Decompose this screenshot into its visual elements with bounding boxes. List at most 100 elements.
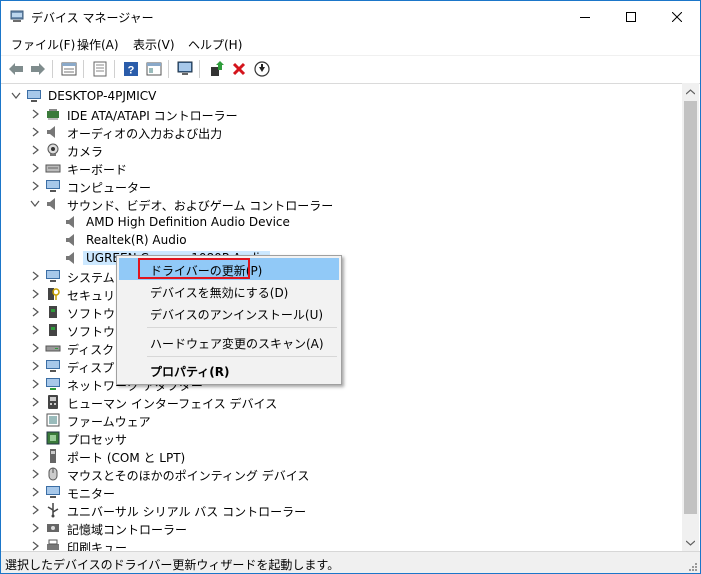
chevron-right-icon[interactable] [29,485,41,499]
scan-hardware-button[interactable] [175,59,195,79]
chevron-up-icon [686,88,695,94]
tree-item[interactable]: ポート (COM と LPT) [1,447,682,465]
update-driver-button[interactable] [206,59,226,79]
menu-action[interactable]: 操作(A) [77,36,119,53]
view-icon [146,62,162,76]
chevron-right-icon[interactable] [29,341,41,355]
chevron-right-icon[interactable] [29,179,41,193]
chevron-right-icon[interactable] [29,161,41,175]
tree-item[interactable]: マウスとそのほかのポインティング デバイス [1,465,682,483]
menu-item-scan-hardware[interactable]: ハードウェア変更のスキャン(A) [119,331,339,353]
minimize-button[interactable] [562,1,608,32]
status-text: 選択したデバイスのドライバー更新ウィザードを起動します。 [5,558,340,572]
menu-separator [147,327,337,328]
keyboard-icon [45,164,61,173]
details-button[interactable] [90,59,110,79]
device-manager-icon [10,10,24,22]
chevron-right-icon[interactable] [29,503,41,517]
menu-item-uninstall-device[interactable]: デバイスのアンインストール(U) [119,302,339,324]
chevron-right-icon[interactable] [29,431,41,445]
uninstall-button[interactable] [229,59,249,79]
back-button[interactable] [6,59,26,79]
resize-grip-icon[interactable] [688,562,698,572]
tree-item[interactable]: モニター [1,483,682,501]
tree-item-label: ユニバーサル シリアル バス コントローラー [67,505,307,519]
scroll-up-button[interactable] [682,83,699,100]
help-icon: ? [124,62,138,77]
tree-child-item[interactable]: Realtek(R) Audio [1,231,682,249]
tree-child-item[interactable]: AMD High Definition Audio Device [1,213,682,231]
menu-view[interactable]: 表示(V) [133,36,175,53]
tree-item[interactable]: 印刷キュー [1,537,682,551]
tree-item[interactable]: サウンド、ビデオ、およびゲーム コントローラー [1,195,682,213]
scroll-down-button[interactable] [682,534,699,551]
chevron-right-icon[interactable] [29,395,41,409]
tree-item[interactable]: ファームウェア [1,411,682,429]
speaker-icon [66,234,74,246]
toolbar-separator [52,60,53,78]
processor-icon [46,431,60,445]
menu-file[interactable]: ファイル(F) [11,36,75,53]
chevron-right-icon[interactable] [29,107,41,121]
chevron-right-icon[interactable] [29,125,41,139]
chevron-right-icon[interactable] [29,305,41,319]
maximize-button[interactable] [608,1,654,32]
tree-item[interactable]: IDE ATA/ATAPI コントローラー [1,105,682,123]
usb-icon [47,503,59,518]
uninstall-icon [232,62,246,76]
chevron-right-icon[interactable] [29,287,41,301]
chevron-right-icon[interactable] [29,413,41,427]
tree-item[interactable]: ユニバーサル シリアル バス コントローラー [1,501,682,519]
view-button[interactable] [144,59,164,79]
tree-item-label: モニター [67,487,116,501]
toolbar-separator [83,60,84,78]
menu-item-properties[interactable]: プロパティ(R) [119,359,339,381]
tree-item-label: 記憶域コントローラー [67,523,188,537]
menu-item-disable-device[interactable]: デバイスを無効にする(D) [119,280,339,302]
chevron-down-icon [686,540,695,546]
tree-root[interactable]: DESKTOP-4PJMICV [1,87,682,105]
tree-item[interactable]: 記憶域コントローラー [1,519,682,537]
tree-item-label: 印刷キュー [67,541,128,551]
highlight-box [138,258,250,279]
system-device-icon [46,270,60,282]
chevron-down-icon[interactable] [10,89,22,103]
help-button[interactable]: ? [121,59,141,79]
tree-item[interactable]: カメラ [1,141,682,159]
tree-item-label: オーディオの入力および出力 [67,127,223,141]
chevron-right-icon[interactable] [29,467,41,481]
chevron-right-icon[interactable] [29,269,41,283]
speaker-icon [47,126,55,138]
tree-item[interactable]: キーボード [1,159,682,177]
download-icon [254,61,270,77]
download-button[interactable] [252,59,272,79]
tree-item-label: IDE ATA/ATAPI コントローラー [67,109,238,123]
tree-item[interactable]: プロセッサ [1,429,682,447]
chevron-right-icon[interactable] [29,143,41,157]
network-icon [46,378,60,390]
chevron-right-icon[interactable] [29,323,41,337]
tree-item[interactable]: コンピューター [1,177,682,195]
scrollbar-thumb[interactable] [684,101,697,514]
menu-item-label: デバイスのアンインストール(U) [150,308,324,322]
vertical-scrollbar[interactable] [682,83,699,551]
chevron-right-icon[interactable] [29,449,41,463]
forward-arrow-icon [31,63,45,75]
chevron-right-icon[interactable] [29,377,41,391]
camera-icon [47,143,59,156]
menu-bar: ファイル(F) 操作(A) 表示(V) ヘルプ(H) [1,32,700,54]
tree-item-label: コンピューター [67,181,152,195]
menu-help[interactable]: ヘルプ(H) [188,36,242,53]
chevron-right-icon[interactable] [29,539,41,551]
chevron-right-icon[interactable] [29,359,41,373]
title-bar[interactable]: デバイス マネージャー [1,1,700,32]
chevron-down-icon[interactable] [29,197,41,211]
security-key-icon [48,288,60,300]
tree-item[interactable]: ヒューマン インターフェイス デバイス [1,393,682,411]
tree-item[interactable]: オーディオの入力および出力 [1,123,682,141]
chevron-right-icon[interactable] [29,521,41,535]
close-button[interactable] [654,1,700,32]
forward-button[interactable] [28,59,48,79]
hid-icon [48,395,58,409]
properties-button[interactable] [59,59,79,79]
